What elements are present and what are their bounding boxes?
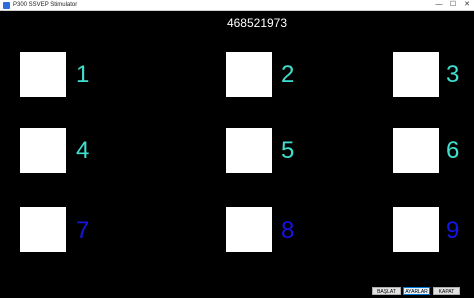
close-window-button[interactable]: ✕ — [460, 0, 474, 10]
stimulus-label-5: 5 — [281, 137, 295, 164]
settings-button[interactable]: AYARLAR — [403, 287, 430, 295]
stimulus-label-6: 6 — [446, 137, 460, 164]
start-button[interactable]: BAŞLAT — [372, 287, 401, 295]
app-icon — [3, 2, 10, 9]
stimulus-label-1: 1 — [76, 61, 90, 88]
stimulus-box-3 — [393, 52, 439, 97]
stimulus-label-3: 3 — [446, 61, 460, 88]
stimulus-label-8: 8 — [281, 217, 295, 244]
stimulus-label-7: 7 — [76, 217, 90, 244]
sequence-counter: 468521973 — [226, 16, 288, 30]
minimize-button[interactable]: — — [432, 0, 446, 10]
maximize-button[interactable]: ☐ — [446, 0, 460, 10]
stimulus-box-5 — [226, 128, 272, 173]
stimulus-label-9: 9 — [446, 217, 460, 244]
close-button[interactable]: KAPAT — [433, 287, 460, 295]
stimulus-box-4 — [20, 128, 66, 173]
stimulus-label-2: 2 — [281, 61, 295, 88]
stimulus-box-9 — [393, 207, 439, 252]
stimulus-box-8 — [226, 207, 272, 252]
stimulus-box-2 — [226, 52, 272, 97]
stimulus-label-4: 4 — [76, 137, 90, 164]
stimulus-box-7 — [20, 207, 66, 252]
title-bar: P300 SSVEP Stimulator — ☐ ✕ — [0, 0, 474, 11]
app-window: P300 SSVEP Stimulator — ☐ ✕ 468521973 1 … — [0, 0, 474, 298]
stimulus-box-1 — [20, 52, 66, 97]
stimulus-box-6 — [393, 128, 439, 173]
window-title: P300 SSVEP Stimulator — [13, 2, 78, 8]
